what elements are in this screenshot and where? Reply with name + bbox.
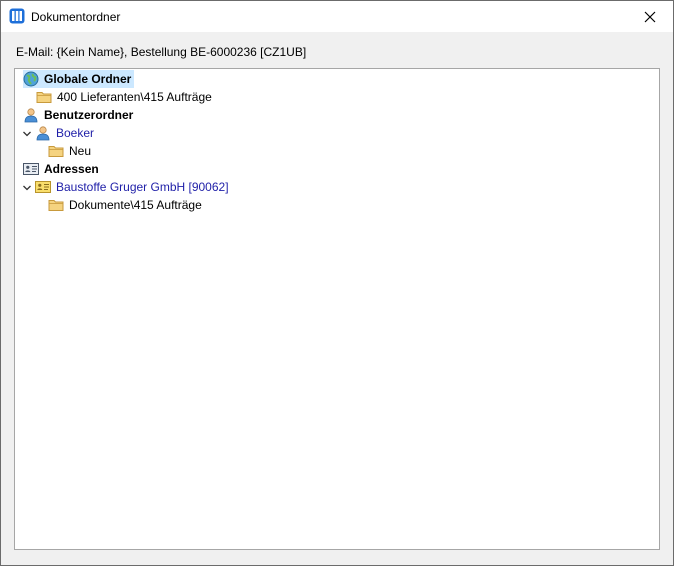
- tree-node-label: Baustoffe Gruger GmbH [90062]: [56, 180, 229, 194]
- chevron-down-icon[interactable]: [22, 129, 32, 139]
- close-icon: [644, 11, 656, 22]
- chevron-down-icon[interactable]: [22, 183, 32, 193]
- user-icon: [24, 108, 38, 123]
- contact-card-icon: [35, 181, 51, 193]
- tree-node-label: 400 Lieferanten\415 Aufträge: [57, 90, 212, 104]
- tree-node-addresses[interactable]: Adressen: [23, 160, 99, 178]
- columns-app-icon: [9, 8, 25, 24]
- tree-node-address-folder[interactable]: Dokumente\415 Aufträge: [48, 196, 202, 214]
- tree-node-user-folders[interactable]: Benutzerordner: [23, 106, 133, 124]
- tree-node-label: Adressen: [44, 162, 99, 176]
- tree-node-global-folders[interactable]: Globale Ordner: [23, 70, 135, 88]
- tree-node-user-boeker[interactable]: Boeker: [35, 124, 94, 142]
- tree-node-user-folder[interactable]: Neu: [48, 142, 91, 160]
- tree-node-label: Globale Ordner: [44, 72, 132, 86]
- address-card-icon: [23, 163, 39, 175]
- title-bar: Dokumentordner: [1, 1, 673, 32]
- folder-icon: [48, 200, 64, 211]
- globe-icon: [23, 71, 39, 87]
- email-order-info: E-Mail: {Kein Name}, Bestellung BE-60002…: [16, 45, 307, 59]
- folder-tree[interactable]: Globale Ordner 400 Lieferanten\415 Auftr…: [14, 68, 660, 550]
- folder-icon: [48, 146, 64, 157]
- window-title: Dokumentordner: [31, 10, 121, 24]
- folder-icon: [36, 92, 52, 103]
- tree-node-label: Neu: [69, 144, 92, 158]
- tree-node-label: Benutzerordner: [44, 108, 134, 122]
- tree-node-label: Dokumente\415 Aufträge: [69, 198, 202, 212]
- tree-node-global-folder[interactable]: 400 Lieferanten\415 Aufträge: [36, 88, 212, 106]
- document-folder-dialog: Dokumentordner E-Mail: {Kein Name}, Best…: [0, 0, 674, 566]
- user-icon: [36, 126, 50, 141]
- tree-node-label: Boeker: [56, 126, 95, 140]
- tree-node-address[interactable]: Baustoffe Gruger GmbH [90062]: [35, 178, 229, 196]
- close-button[interactable]: [627, 1, 673, 32]
